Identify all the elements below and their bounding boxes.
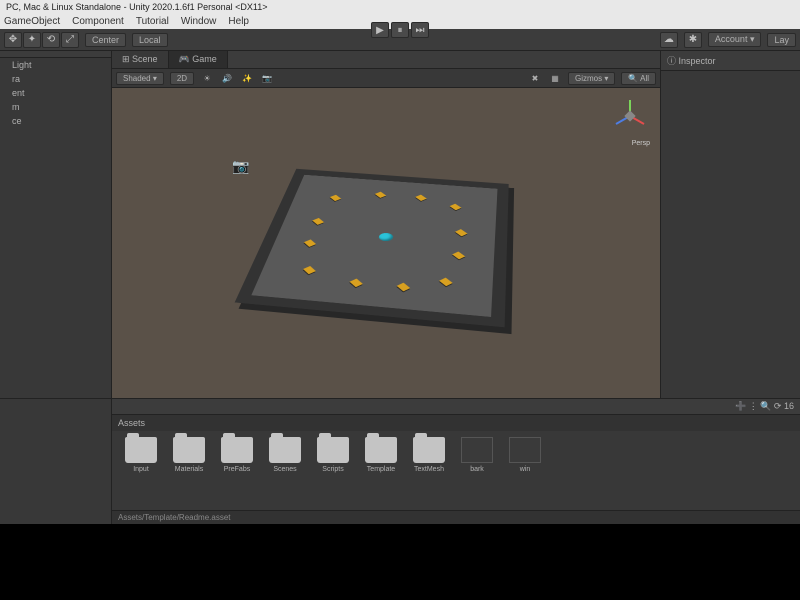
asset-label: Scenes	[273, 466, 296, 473]
folder-icon	[173, 437, 205, 463]
camera-icon-toggle[interactable]: 📷	[260, 71, 274, 85]
scene-viewport[interactable]: Persp 📷	[112, 88, 660, 398]
inspector-header: ⓘ Inspector	[661, 51, 800, 71]
project-tree[interactable]	[0, 399, 112, 524]
pickup-cube	[396, 283, 410, 292]
folder-icon	[269, 437, 301, 463]
menu-help[interactable]: Help	[228, 16, 249, 27]
breadcrumb-assets[interactable]: Assets	[112, 415, 800, 431]
project-panel: ➕ ⋮ 🔍 ⟳ 16 Assets Input Materials PreFabs S…	[0, 398, 800, 524]
pickup-cube	[330, 194, 341, 200]
folder-icon	[221, 437, 253, 463]
asset-folder[interactable]: Input	[120, 437, 162, 473]
pivot-center[interactable]: Center	[85, 33, 126, 47]
assets-grid[interactable]: Input Materials PreFabs Scenes Scripts Templa…	[112, 431, 800, 510]
fx-icon[interactable]: ✨	[240, 71, 254, 85]
letterbox-bottom	[0, 524, 800, 600]
pickup-cube	[455, 229, 468, 236]
play-button[interactable]: ▶	[371, 22, 389, 38]
audio-icon[interactable]: 🔊	[220, 71, 234, 85]
folder-icon	[413, 437, 445, 463]
asset-folder[interactable]: Materials	[168, 437, 210, 473]
tab-scene[interactable]: ⊞ Scene	[112, 51, 169, 68]
pause-button[interactable]: ⏸	[391, 22, 409, 38]
pickup-cube	[450, 203, 462, 210]
step-button[interactable]: ⏭	[411, 22, 429, 38]
selected-asset-path: Assets/Template/Readme.asset	[118, 513, 231, 522]
menu-window[interactable]: Window	[181, 16, 217, 27]
asset-label: TextMesh	[414, 466, 444, 473]
hand-tool[interactable]: ✥	[4, 32, 22, 48]
asset-folder[interactable]: Scenes	[264, 437, 306, 473]
shading-mode[interactable]: Shaded ▾	[116, 72, 164, 85]
main-toolbar: ✥ ✦ ⟲ ⤢ Center Local ▶ ⏸ ⏭ ☁ ✱ Account ▾…	[0, 29, 800, 51]
project-toolbar: ➕ ⋮ 🔍 ⟳ 16	[112, 399, 800, 415]
pickup-cube	[303, 266, 316, 274]
asset-label: PreFabs	[224, 466, 250, 473]
asset-label: Template	[367, 466, 395, 473]
menu-component[interactable]: Component	[72, 16, 124, 27]
folder-icon	[125, 437, 157, 463]
2d-toggle[interactable]: 2D	[170, 72, 194, 85]
pickup-cube	[452, 251, 465, 259]
hierarchy-item[interactable]: ent	[0, 86, 111, 100]
file-icon	[461, 437, 493, 463]
asset-file[interactable]: win	[504, 437, 546, 473]
hierarchy-header	[0, 51, 111, 58]
scale-tool[interactable]: ⤢	[61, 32, 79, 48]
search-filter[interactable]: 🔍 All	[621, 72, 656, 85]
pivot-local[interactable]: Local	[132, 33, 168, 47]
tab-game[interactable]: 🎮 Game	[169, 51, 228, 68]
asset-label: Scripts	[322, 466, 343, 473]
hierarchy-item[interactable]: m	[0, 100, 111, 114]
hierarchy-item[interactable]: Light	[0, 58, 111, 72]
pickup-cube	[304, 239, 316, 247]
projection-label[interactable]: Persp	[632, 140, 650, 147]
asset-label: Input	[133, 466, 149, 473]
menu-gameobject[interactable]: GameObject	[4, 16, 60, 27]
orientation-gizmo[interactable]	[610, 96, 650, 136]
pickup-cube	[375, 191, 386, 197]
camera-gizmo-icon: 📷	[232, 158, 249, 175]
asset-folder[interactable]: TextMesh	[408, 437, 450, 473]
menu-tutorial[interactable]: Tutorial	[136, 16, 169, 27]
folder-icon	[317, 437, 349, 463]
pickup-cube	[312, 218, 324, 225]
pickup-cube	[350, 279, 363, 288]
asset-label: Materials	[175, 466, 203, 473]
asset-folder[interactable]: Scripts	[312, 437, 354, 473]
rotate-tool[interactable]: ⟲	[42, 32, 60, 48]
layers-dropdown[interactable]: Lay	[767, 33, 796, 47]
asset-folder[interactable]: Template	[360, 437, 402, 473]
viewport-tabs: ⊞ Scene 🎮 Game	[112, 51, 660, 69]
pickup-cube	[440, 278, 454, 287]
project-status-bar: Assets/Template/Readme.asset	[112, 510, 800, 524]
grid-icon[interactable]: ▦	[548, 71, 562, 85]
project-icons[interactable]: ➕ ⋮ 🔍 ⟳ 16	[735, 401, 794, 412]
account-dropdown[interactable]: Account ▾	[708, 32, 762, 47]
window-title: PC, Mac & Linux Standalone - Unity 2020.…	[6, 2, 268, 12]
folder-icon	[365, 437, 397, 463]
pickup-cube	[415, 194, 427, 200]
tools-icon[interactable]: ✖	[528, 71, 542, 85]
hierarchy-item[interactable]: ce	[0, 114, 111, 128]
asset-file[interactable]: bark	[456, 437, 498, 473]
title-bar: PC, Mac & Linux Standalone - Unity 2020.…	[0, 0, 800, 14]
file-icon	[509, 437, 541, 463]
gizmos-dropdown[interactable]: Gizmos ▾	[568, 72, 615, 85]
settings-icon[interactable]: ✱	[684, 32, 702, 48]
asset-folder[interactable]: PreFabs	[216, 437, 258, 473]
hierarchy-item[interactable]: ra	[0, 72, 111, 86]
light-icon[interactable]: ☀	[200, 71, 214, 85]
asset-label: bark	[470, 466, 484, 473]
inspector-panel: ⓘ Inspector	[660, 51, 800, 398]
player-ball	[378, 232, 394, 241]
hierarchy-panel: Light ra ent m ce	[0, 51, 112, 398]
asset-label: win	[520, 466, 531, 473]
scene-toolbar: Shaded ▾ 2D ☀ 🔊 ✨ 📷 ✖ ▦ Gizmos ▾ 🔍 All	[112, 69, 660, 88]
move-tool[interactable]: ✦	[23, 32, 41, 48]
cloud-icon[interactable]: ☁	[660, 32, 678, 48]
game-board	[235, 169, 509, 328]
